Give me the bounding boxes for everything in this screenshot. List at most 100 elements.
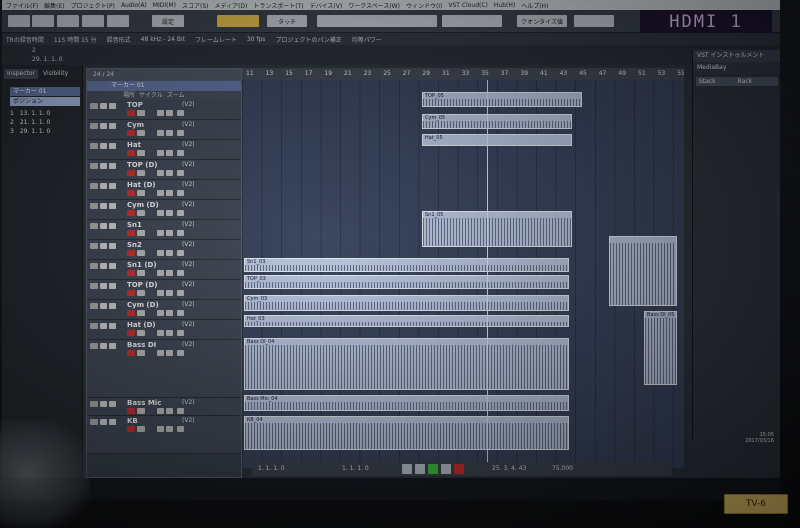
monitor-button[interactable]: [137, 210, 145, 216]
menu-devices[interactable]: デバイス(V): [310, 1, 343, 10]
edit-button[interactable]: [177, 230, 184, 236]
record-enable-button[interactable]: [127, 250, 135, 256]
monitor-button[interactable]: [137, 250, 145, 256]
menu-vstcloud[interactable]: VST Cloud(C): [448, 2, 488, 9]
record-enable-button[interactable]: [127, 330, 135, 336]
track-version[interactable]: (V2): [182, 121, 195, 128]
read-button[interactable]: [157, 130, 164, 136]
audio-event[interactable]: Bass DI_05: [644, 311, 677, 385]
quantize-select[interactable]: クオンタイズ値: [517, 15, 567, 27]
tool-button[interactable]: [82, 15, 104, 27]
menu-audio[interactable]: Audio(A): [121, 2, 147, 9]
stack-label[interactable]: Stack: [699, 78, 716, 85]
solo-button[interactable]: [109, 163, 116, 169]
track-name[interactable]: Hat (D): [127, 321, 156, 329]
write-button[interactable]: [166, 290, 173, 296]
monitor-button[interactable]: [137, 230, 145, 236]
track-version[interactable]: (V2): [182, 321, 195, 328]
track-version[interactable]: (V2): [182, 281, 195, 288]
track-name[interactable]: Bass Mic: [127, 399, 161, 407]
write-button[interactable]: [166, 110, 173, 116]
solo-button[interactable]: [109, 401, 116, 407]
track-name[interactable]: Sn2: [127, 241, 142, 249]
record-enable-button[interactable]: [127, 210, 135, 216]
track-header[interactable]: Sn2 (V2): [87, 240, 241, 260]
solo-button[interactable]: [109, 323, 116, 329]
track-version[interactable]: (V2): [182, 141, 195, 148]
rack-label[interactable]: Rack: [738, 78, 753, 85]
mediabay-tab[interactable]: MediaBay: [693, 62, 780, 74]
solo-button[interactable]: [109, 263, 116, 269]
record-enable-button[interactable]: [127, 130, 135, 136]
audio-event[interactable]: Sn1_03: [244, 258, 569, 272]
write-button[interactable]: [166, 210, 173, 216]
read-button[interactable]: [157, 426, 164, 432]
track-name[interactable]: KB: [127, 417, 138, 425]
read-button[interactable]: [157, 350, 164, 356]
monitor-button[interactable]: [137, 350, 145, 356]
setting-button[interactable]: 設定: [152, 15, 184, 27]
track-name[interactable]: Sn1 (D): [127, 261, 157, 269]
edit-button[interactable]: [177, 170, 184, 176]
record-enable-button[interactable]: [127, 350, 135, 356]
stop-button[interactable]: [441, 464, 451, 474]
audio-event[interactable]: Sn1_05: [422, 211, 572, 247]
read-button[interactable]: [157, 190, 164, 196]
monitor-button[interactable]: [137, 130, 145, 136]
read-button[interactable]: [157, 150, 164, 156]
solo-button[interactable]: [109, 123, 116, 129]
solo-button[interactable]: [109, 243, 116, 249]
edit-tools[interactable]: [317, 15, 437, 27]
write-button[interactable]: [166, 150, 173, 156]
solo-button[interactable]: [109, 203, 116, 209]
read-button[interactable]: [157, 408, 164, 414]
track-name[interactable]: Cym: [127, 121, 144, 129]
record-enable-button[interactable]: [127, 408, 135, 414]
mute-button[interactable]: [100, 419, 107, 425]
mute-button[interactable]: [100, 283, 107, 289]
menu-help[interactable]: ヘルプ(H): [521, 1, 548, 10]
mute-button[interactable]: [100, 163, 107, 169]
track-version[interactable]: (V2): [182, 417, 195, 424]
monitor-button[interactable]: [137, 290, 145, 296]
position-value[interactable]: 29. 1. 1. 0: [32, 56, 63, 63]
read-button[interactable]: [157, 110, 164, 116]
solo-button[interactable]: [109, 283, 116, 289]
mute-button[interactable]: [100, 343, 107, 349]
track-version[interactable]: (V2): [182, 101, 195, 108]
track-version[interactable]: (V2): [182, 399, 195, 406]
edit-button[interactable]: [177, 190, 184, 196]
solo-button[interactable]: [109, 303, 116, 309]
audio-event[interactable]: TOP_05: [422, 92, 582, 107]
color-select[interactable]: [574, 15, 614, 27]
tempo-display[interactable]: 75.000: [552, 465, 573, 472]
monitor-button[interactable]: [137, 426, 145, 432]
track-header[interactable]: Sn1 (D) (V2): [87, 260, 241, 280]
left-locator[interactable]: 1. 1. 1. 0: [258, 465, 285, 472]
track-version[interactable]: (V2): [182, 341, 195, 348]
tool-button[interactable]: [107, 15, 129, 27]
primary-time-display[interactable]: 25. 3. 4. 43: [492, 465, 526, 472]
menu-media[interactable]: メディア(D): [214, 1, 247, 10]
tool-button[interactable]: [8, 15, 30, 27]
write-button[interactable]: [166, 270, 173, 276]
write-button[interactable]: [166, 310, 173, 316]
track-name[interactable]: Sn1: [127, 221, 142, 229]
record-enable-button[interactable]: [127, 110, 135, 116]
menu-edit[interactable]: 編集(E): [44, 1, 64, 10]
write-button[interactable]: [166, 330, 173, 336]
read-button[interactable]: [157, 230, 164, 236]
track-header[interactable]: TOP (V2): [87, 100, 241, 120]
mute-button[interactable]: [100, 183, 107, 189]
edit-button[interactable]: [177, 130, 184, 136]
edit-button[interactable]: [177, 426, 184, 432]
vst-instruments-tab[interactable]: VST インストゥルメント: [693, 50, 780, 62]
track-version[interactable]: (V2): [182, 161, 195, 168]
track-header[interactable]: Hat (V2): [87, 140, 241, 160]
record-enable-button[interactable]: [127, 190, 135, 196]
record-enable-button[interactable]: [127, 170, 135, 176]
read-button[interactable]: [157, 310, 164, 316]
automation-mode[interactable]: タッチ: [267, 15, 307, 27]
rewind-button[interactable]: [402, 464, 412, 474]
track-version[interactable]: (V2): [182, 221, 195, 228]
